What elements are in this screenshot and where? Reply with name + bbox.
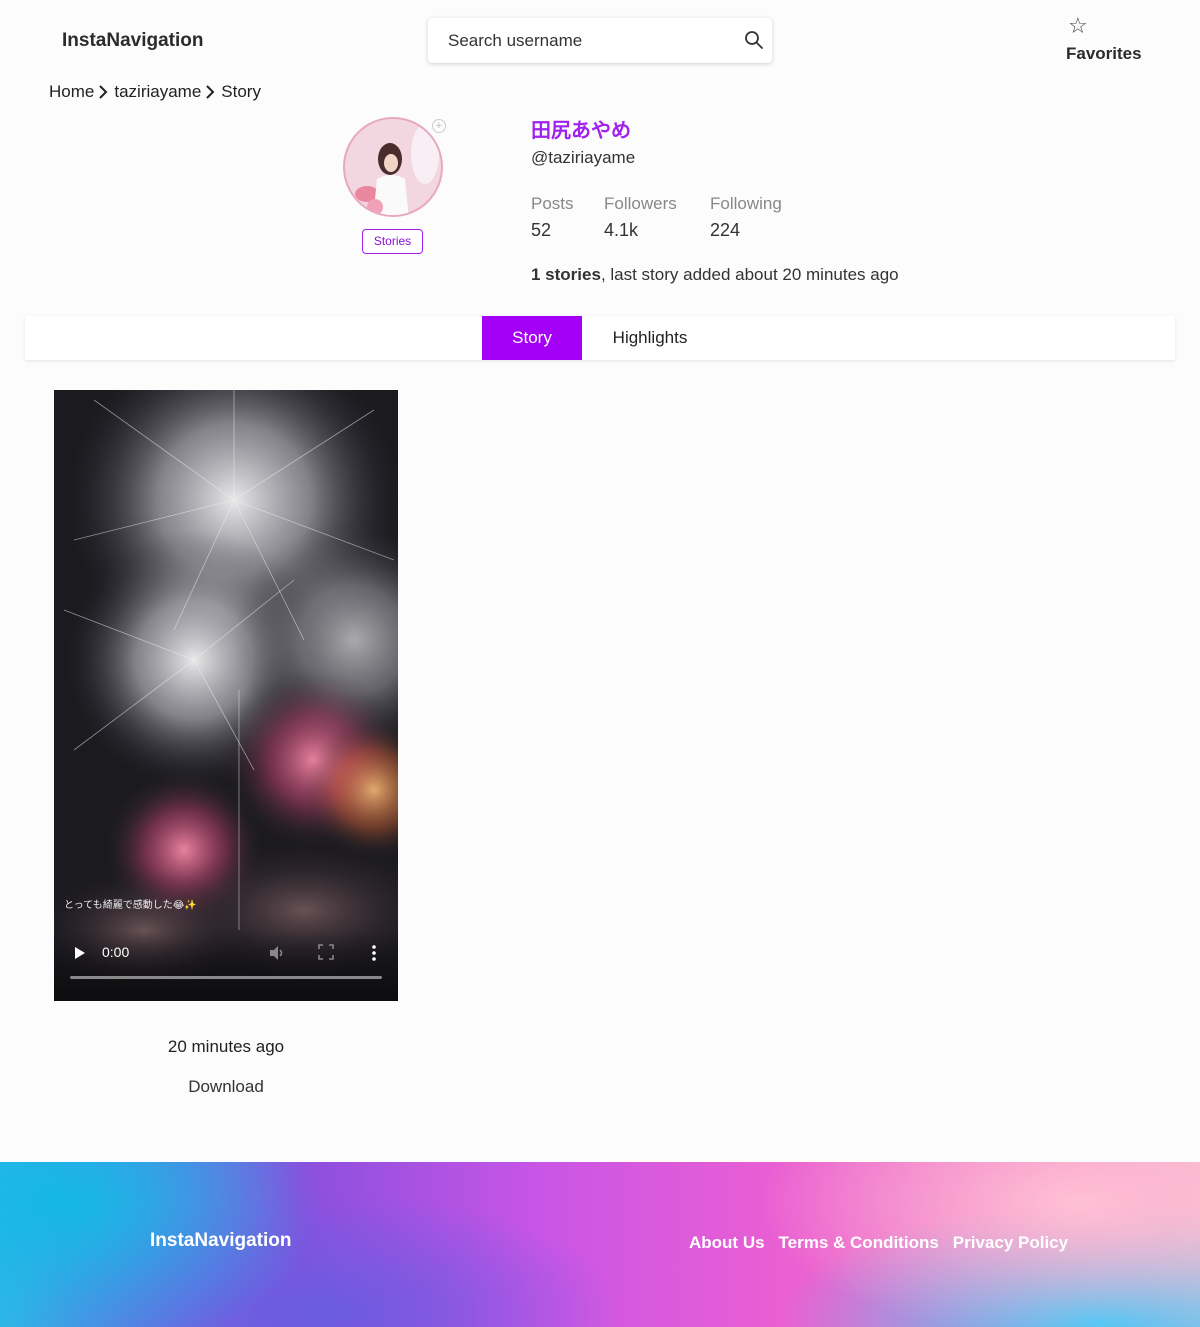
breadcrumb-home[interactable]: Home bbox=[49, 82, 94, 102]
stat-value: 224 bbox=[710, 220, 741, 240]
tabs-bar: Story Highlights bbox=[25, 316, 1175, 360]
stat-following: Following 224 bbox=[710, 194, 782, 241]
star-icon: ☆ bbox=[1068, 13, 1088, 38]
footer-links: About Us Terms & Conditions Privacy Poli… bbox=[689, 1233, 1068, 1253]
video-controls: 0:00 bbox=[54, 930, 398, 1001]
stat-posts: Posts 52 bbox=[531, 194, 574, 241]
more-options-icon[interactable] bbox=[368, 944, 380, 962]
stat-label: Posts bbox=[531, 194, 574, 213]
fullscreen-icon[interactable] bbox=[318, 944, 334, 960]
tab-highlights[interactable]: Highlights bbox=[600, 316, 700, 360]
story-video[interactable]: とっても綺麗で感動した😂✨ 0:00 bbox=[54, 390, 398, 1001]
profile-handle: @taziriayame bbox=[531, 148, 636, 167]
search-icon[interactable] bbox=[744, 30, 764, 50]
site-logo[interactable]: InstaNavigation bbox=[62, 30, 203, 52]
breadcrumb: Home taziriayame Story bbox=[49, 82, 261, 102]
download-button[interactable]: Download bbox=[54, 1077, 398, 1097]
tab-story[interactable]: Story bbox=[482, 316, 582, 360]
footer: InstaNavigation About Us Terms & Conditi… bbox=[0, 1162, 1200, 1327]
video-progress-bar[interactable] bbox=[70, 976, 382, 979]
chevron-right-icon bbox=[99, 85, 108, 99]
story-posted-time: 20 minutes ago bbox=[167, 1037, 285, 1056]
chevron-right-icon bbox=[206, 85, 215, 99]
story-caption: とっても綺麗で感動した😂✨ bbox=[64, 900, 197, 911]
stories-count: 1 stories bbox=[531, 265, 601, 284]
stories-suffix: , last story added about 20 minutes ago bbox=[600, 265, 899, 284]
avatar-image bbox=[345, 119, 441, 215]
footer-logo[interactable]: InstaNavigation bbox=[150, 1230, 291, 1252]
volume-icon[interactable] bbox=[268, 944, 286, 962]
header: InstaNavigation ☆ Favorites bbox=[0, 0, 1200, 80]
stat-followers: Followers 4.1k bbox=[604, 194, 677, 241]
stat-label: Followers bbox=[604, 194, 677, 213]
profile-name: 田尻あやめ bbox=[531, 120, 631, 142]
favorites-button[interactable]: ☆ Favorites bbox=[1066, 14, 1146, 64]
avatar[interactable] bbox=[343, 117, 443, 217]
video-time: 0:00 bbox=[102, 944, 130, 960]
search-input[interactable] bbox=[428, 18, 728, 63]
stat-value: 52 bbox=[531, 220, 552, 240]
stories-info: 1 stories, last story added about 20 min… bbox=[531, 265, 899, 285]
search-box bbox=[428, 18, 772, 63]
footer-link-terms[interactable]: Terms & Conditions bbox=[779, 1233, 939, 1253]
footer-link-privacy[interactable]: Privacy Policy bbox=[953, 1233, 1068, 1253]
stories-badge[interactable]: Stories bbox=[362, 229, 423, 254]
add-circle-icon: + bbox=[432, 119, 446, 133]
stat-label: Following bbox=[710, 194, 782, 213]
favorites-label: Favorites bbox=[1066, 44, 1142, 63]
breadcrumb-current: Story bbox=[221, 82, 261, 101]
breadcrumb-user[interactable]: taziriayame bbox=[114, 82, 201, 102]
play-icon[interactable] bbox=[74, 946, 86, 960]
footer-link-about[interactable]: About Us bbox=[689, 1233, 765, 1253]
stat-value: 4.1k bbox=[604, 220, 639, 240]
